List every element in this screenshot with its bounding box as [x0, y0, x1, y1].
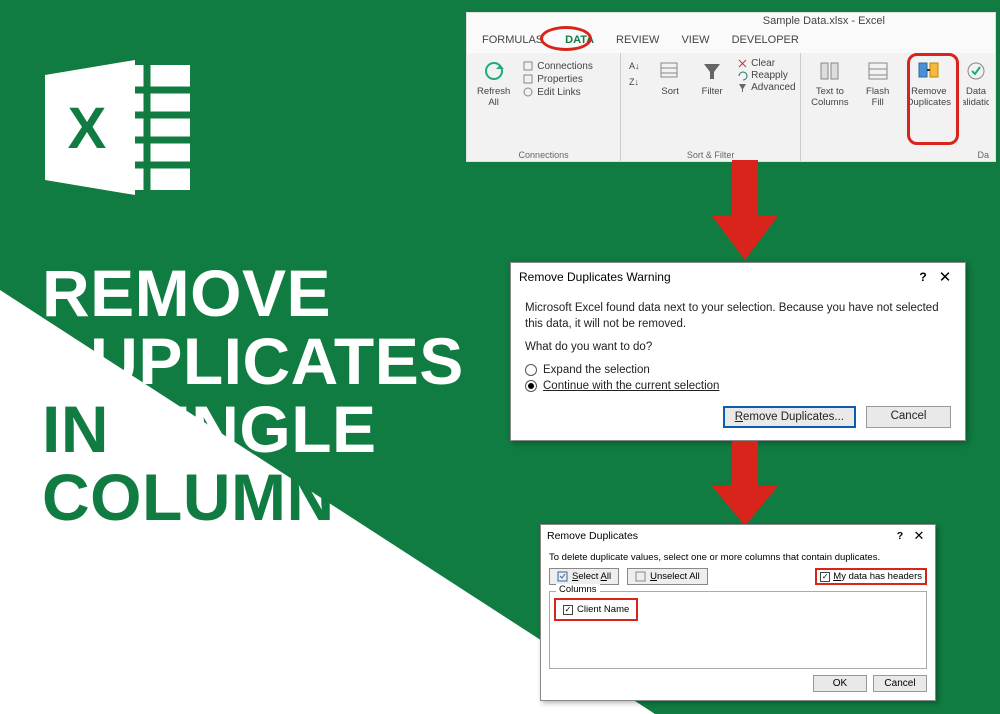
remove-duplicates-warning-dialog: Remove Duplicates Warning ? ✕ Microsoft …	[510, 262, 966, 441]
radio-continue-current[interactable]: Continue with the current selection	[525, 380, 951, 392]
svg-text:X: X	[68, 96, 107, 161]
group-connections-label: Connections	[473, 148, 614, 160]
checkbox-icon	[820, 572, 830, 582]
dialog-prompt: What do you want to do?	[525, 340, 951, 356]
tab-review[interactable]: REVIEW	[605, 31, 670, 49]
remove-duplicates-dialog: Remove Duplicates ? ✕ To delete duplicat…	[540, 524, 936, 701]
cancel-button[interactable]: Cancel	[873, 675, 927, 692]
excel-logo-icon: X	[45, 55, 200, 205]
sort-button[interactable]: Sort	[653, 56, 687, 99]
headline-word-3a: IN	[42, 392, 109, 466]
filter-icon	[699, 58, 725, 84]
text-to-columns-button[interactable]: Text to Columns	[807, 56, 853, 110]
ok-button[interactable]: OK	[813, 675, 867, 692]
dialog-help-button[interactable]: ?	[913, 270, 933, 284]
headline-word-4: COLUMN	[42, 460, 335, 534]
column-client-name[interactable]: Client Name	[554, 598, 638, 621]
clear-filter[interactable]: Clear	[737, 58, 795, 69]
flash-fill-button[interactable]: Flash Fill	[861, 56, 895, 110]
headline-word-3b: SINGLE	[109, 392, 377, 466]
columns-label: Columns	[556, 584, 600, 595]
reapply-filter[interactable]: Reapply	[737, 70, 795, 81]
svg-text:Z↓: Z↓	[629, 77, 639, 87]
columns-list: Columns Client Name	[549, 591, 927, 669]
cancel-button[interactable]: Cancel	[866, 406, 951, 428]
checkbox-icon	[563, 605, 573, 615]
dialog-message: Microsoft Excel found data next to your …	[525, 301, 951, 332]
arrow-down-icon	[712, 160, 778, 265]
unselect-all-icon	[635, 571, 647, 582]
sort-az-button[interactable]: A↓	[627, 58, 645, 72]
text-to-columns-icon	[817, 58, 843, 84]
refresh-all-button[interactable]: Refresh All	[473, 56, 514, 110]
select-all-button[interactable]: Select All	[549, 568, 619, 585]
radio-icon-selected	[525, 380, 537, 392]
dialog2-close-button[interactable]: ✕	[909, 528, 929, 544]
edit-links-link[interactable]: Edit Links	[522, 86, 593, 98]
headline-word-1: REMOVE	[42, 256, 331, 330]
connections-link[interactable]: Connections	[522, 60, 593, 72]
dialog2-title: Remove Duplicates	[547, 530, 891, 542]
my-data-has-headers-checkbox[interactable]: My data has headers	[815, 568, 927, 585]
remove-duplicates-confirm-button[interactable]: Remove Duplicates...	[723, 406, 856, 428]
sort-za-button[interactable]: Z↓	[627, 74, 645, 88]
highlight-data-tab	[540, 26, 592, 51]
dialog-close-button[interactable]: ✕	[933, 268, 957, 286]
filter-button[interactable]: Filter	[695, 56, 729, 99]
tab-view[interactable]: VIEW	[670, 31, 720, 49]
dialog-title: Remove Duplicates Warning	[519, 270, 913, 284]
window-title: Sample Data.xlsx - Excel	[467, 15, 995, 27]
highlight-remove-duplicates	[907, 53, 959, 145]
headline-text: REMOVE DUPLICATES IN SINGLE COLUMN	[42, 260, 464, 532]
headline-word-2: DUPLICATES	[42, 324, 464, 398]
arrow-down-icon	[712, 441, 778, 531]
select-all-icon	[557, 571, 569, 582]
excel-ribbon: Sample Data.xlsx - Excel FORMULAS DATA R…	[466, 12, 996, 162]
refresh-icon	[481, 58, 507, 84]
radio-expand-selection[interactable]: Expand the selection	[525, 364, 951, 376]
group-data-tools-label: Da	[807, 148, 989, 160]
tab-developer[interactable]: DEVELOPER	[721, 31, 810, 49]
svg-text:A↓: A↓	[629, 61, 640, 71]
flash-fill-icon	[865, 58, 891, 84]
sort-icon	[657, 58, 683, 84]
dialog2-instruction: To delete duplicate values, select one o…	[549, 552, 927, 563]
data-validation-button[interactable]: Data Validation	[963, 56, 989, 110]
data-validation-icon	[963, 58, 989, 84]
advanced-filter[interactable]: Advanced	[737, 82, 795, 93]
unselect-all-button[interactable]: Unselect All	[627, 568, 708, 585]
group-sort-filter-label: Sort & Filter	[627, 148, 794, 160]
dialog2-help-button[interactable]: ?	[891, 530, 909, 542]
radio-icon	[525, 364, 537, 376]
properties-link[interactable]: Properties	[522, 73, 593, 85]
